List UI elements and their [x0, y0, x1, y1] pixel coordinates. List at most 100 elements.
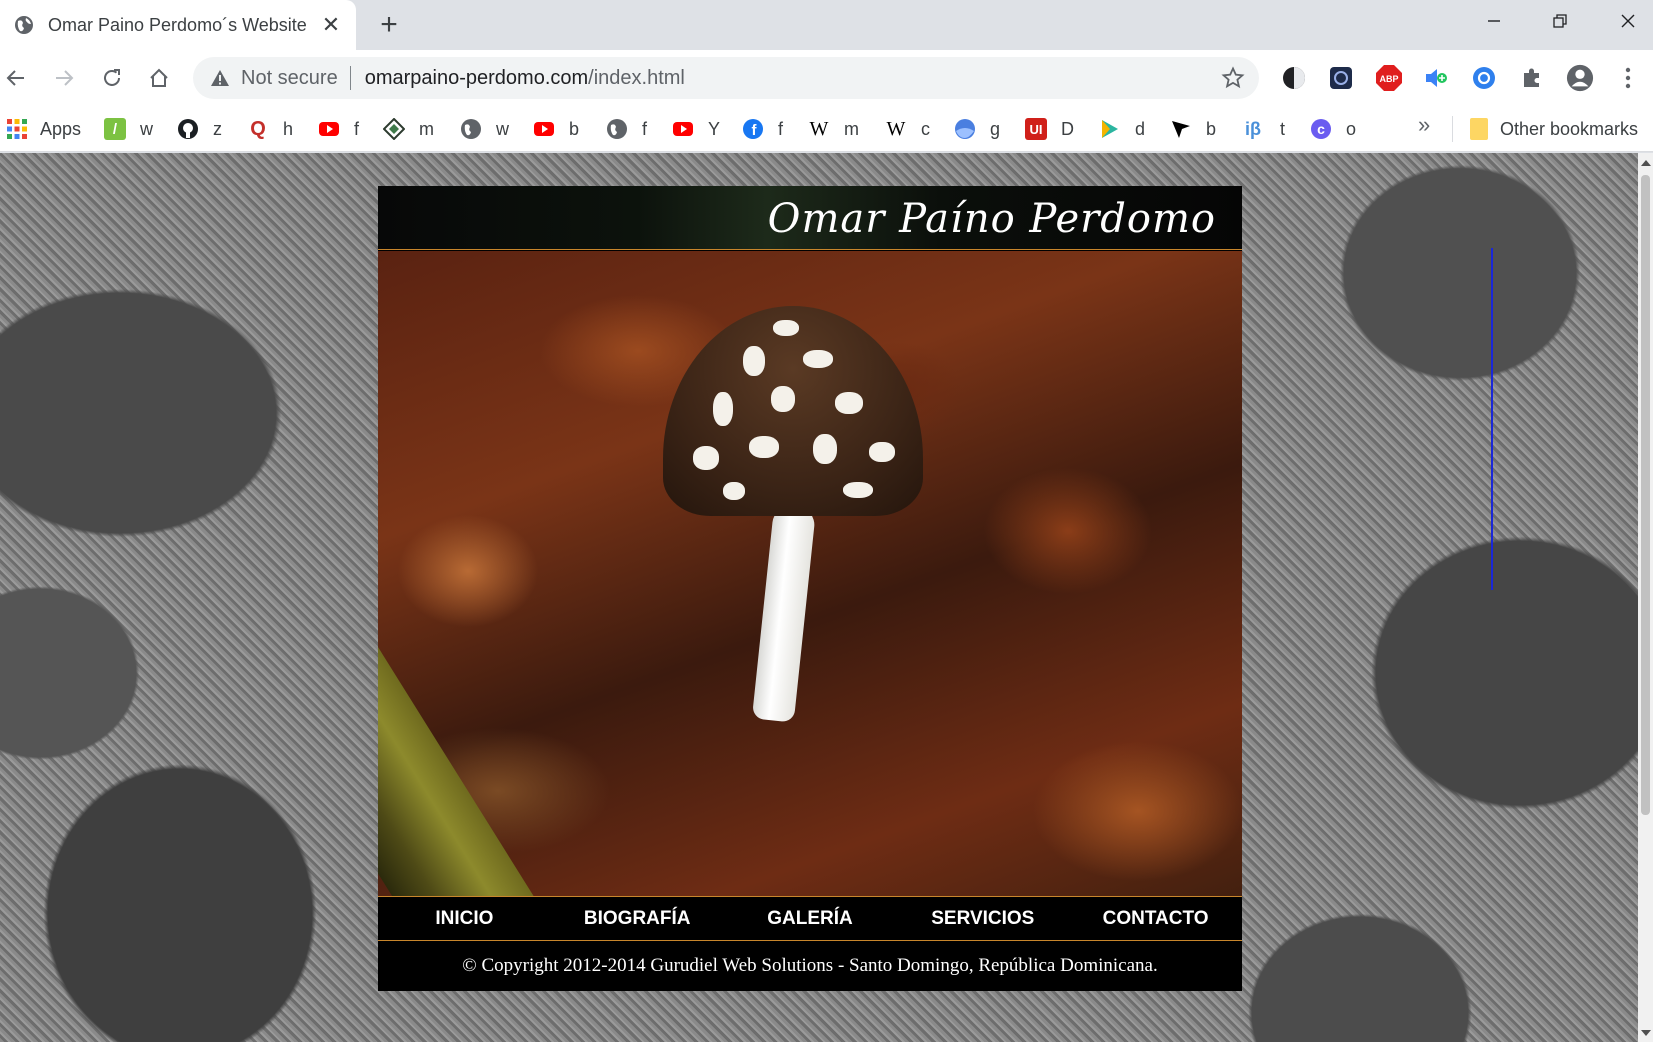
bookmark-item[interactable]: W m — [808, 114, 859, 144]
scroll-down-arrow-icon[interactable] — [1641, 1030, 1651, 1036]
address-bar[interactable]: Not secure omarpaino-perdomo.com/index.h… — [193, 57, 1259, 99]
nav-biografia[interactable]: BIOGRAFÍA — [551, 908, 724, 930]
bookmark-label: Apps — [40, 118, 82, 139]
nav-inicio[interactable]: INICIO — [378, 908, 551, 930]
youtube-icon — [319, 122, 339, 136]
facebook-icon: f — [743, 119, 763, 139]
bookmark-item[interactable]: c o — [1310, 114, 1356, 144]
bookmark-star-icon[interactable] — [1221, 66, 1245, 90]
globe-icon — [461, 119, 481, 139]
scrollbar-thumb[interactable] — [1641, 175, 1650, 815]
bookmark-item[interactable]: / w — [104, 114, 153, 144]
bookmark-label: w — [140, 118, 153, 139]
folder-icon — [1470, 118, 1488, 140]
bookmark-label: m — [419, 118, 434, 139]
globe-icon — [15, 16, 33, 34]
bookmark-item[interactable]: b — [1170, 114, 1216, 144]
nav-contacto[interactable]: CONTACTO — [1069, 908, 1242, 930]
main-nav: INICIO BIOGRAFÍA GALERÍA SERVICIOS CONTA… — [378, 896, 1242, 941]
bookmark-label: b — [1206, 118, 1217, 139]
bookmark-item[interactable]: UI D — [1025, 114, 1074, 144]
minimize-icon[interactable] — [1460, 0, 1528, 42]
bookmark-item[interactable]: Q h — [247, 114, 293, 144]
bookmark-item[interactable]: w — [460, 114, 509, 144]
nav-galeria[interactable]: GALERÍA — [724, 908, 897, 930]
screen-capture-extension-icon[interactable] — [1327, 64, 1355, 92]
bookmark-item[interactable]: iβ t — [1240, 114, 1285, 144]
other-bookmarks-folder[interactable]: Other bookmarks — [1470, 114, 1638, 144]
browser-tab[interactable]: Omar Paino Perdomo´s Website ✕ — [0, 0, 356, 50]
bookmarks-divider — [1452, 116, 1453, 142]
bookmarks-bar: Apps / w z Q h f m w b f Y f f W m W c g… — [0, 106, 1653, 152]
bookmark-item[interactable]: Y — [672, 114, 720, 144]
bookmark-label: b — [569, 118, 580, 139]
blue-sphere-icon — [955, 119, 975, 139]
page-viewport: Omar Paíno Perdomo INICIO BIOGRAFÍA GALE… — [0, 153, 1638, 1042]
scroll-up-arrow-icon[interactable] — [1641, 160, 1651, 166]
bookmark-item[interactable]: f — [318, 114, 359, 144]
bookmark-label: t — [1280, 118, 1286, 139]
youtube-icon — [673, 122, 693, 136]
back-button[interactable] — [0, 60, 34, 96]
reload-icon — [104, 69, 120, 86]
dark-mode-extension-icon[interactable] — [1280, 64, 1308, 92]
site-container: Omar Paíno Perdomo INICIO BIOGRAFÍA GALE… — [378, 186, 1242, 991]
bookmark-label: w — [496, 118, 509, 139]
site-header: Omar Paíno Perdomo — [378, 186, 1242, 250]
globe-icon — [607, 119, 627, 139]
page-scrollbar[interactable] — [1638, 153, 1653, 1042]
volume-extension-icon[interactable] — [1422, 64, 1450, 92]
bookmark-label: c — [921, 118, 930, 139]
bookmark-label: Other bookmarks — [1500, 118, 1639, 139]
mushroom-photo — [378, 251, 1242, 896]
bookmark-item[interactable]: b — [533, 114, 579, 144]
tab-strip: Omar Paino Perdomo´s Website ✕ + — [0, 0, 1653, 50]
forward-button[interactable] — [46, 60, 82, 96]
bookmark-label: f — [778, 118, 784, 139]
close-window-icon[interactable] — [1594, 0, 1653, 42]
bookmark-apps[interactable]: Apps — [6, 114, 81, 144]
back-arrow-icon — [6, 70, 24, 86]
bookmark-label: m — [844, 118, 859, 139]
bookmark-item[interactable]: m — [383, 114, 434, 144]
bookmark-label: z — [213, 118, 222, 139]
bookmark-item[interactable]: g — [954, 114, 1000, 144]
bookmark-item[interactable]: f f — [742, 114, 783, 144]
mossy-log — [378, 551, 552, 896]
bookmark-item[interactable]: d — [1099, 114, 1145, 144]
warning-icon[interactable] — [209, 67, 231, 89]
reload-button[interactable] — [94, 60, 130, 96]
apps-grid-icon — [7, 119, 27, 139]
bookmark-item[interactable]: W c — [885, 114, 930, 144]
q-icon: Q — [250, 117, 266, 140]
more-bookmarks-chevron[interactable]: » — [1418, 112, 1430, 138]
close-tab-icon[interactable]: ✕ — [316, 10, 346, 40]
adblock-plus-icon[interactable]: ABP — [1375, 64, 1403, 92]
url-path[interactable]: /index.html — [588, 67, 685, 90]
url-host[interactable]: omarpaino-perdomo.com — [365, 67, 588, 90]
security-label[interactable]: Not secure — [241, 67, 338, 90]
bookmark-label: D — [1061, 118, 1074, 139]
bookmark-item[interactable]: f — [606, 114, 647, 144]
wikipedia-icon: W — [886, 117, 906, 140]
bookmark-item[interactable]: z — [177, 114, 222, 144]
home-button[interactable] — [141, 60, 177, 96]
diamond-logo-icon — [383, 118, 405, 140]
play-icon — [1102, 120, 1118, 138]
bookmark-label: f — [642, 118, 648, 139]
ui-icon: UI — [1025, 118, 1047, 140]
settings-extension-icon[interactable] — [1470, 64, 1498, 92]
extensions-puzzle-icon[interactable] — [1518, 64, 1546, 92]
wikipedia-icon: W — [809, 117, 829, 140]
menu-kebab-icon[interactable] — [1614, 64, 1642, 92]
ib-icon: iβ — [1245, 118, 1261, 139]
nav-servicios[interactable]: SERVICIOS — [896, 908, 1069, 930]
restore-icon[interactable] — [1526, 0, 1594, 42]
bookmark-label: o — [1346, 118, 1357, 139]
c-icon: c — [1311, 119, 1331, 139]
profile-avatar-icon[interactable] — [1566, 64, 1594, 92]
new-tab-button[interactable]: + — [372, 8, 406, 42]
bookmark-label: h — [283, 118, 294, 139]
youtube-icon — [534, 122, 554, 136]
bookmark-label: g — [990, 118, 1001, 139]
